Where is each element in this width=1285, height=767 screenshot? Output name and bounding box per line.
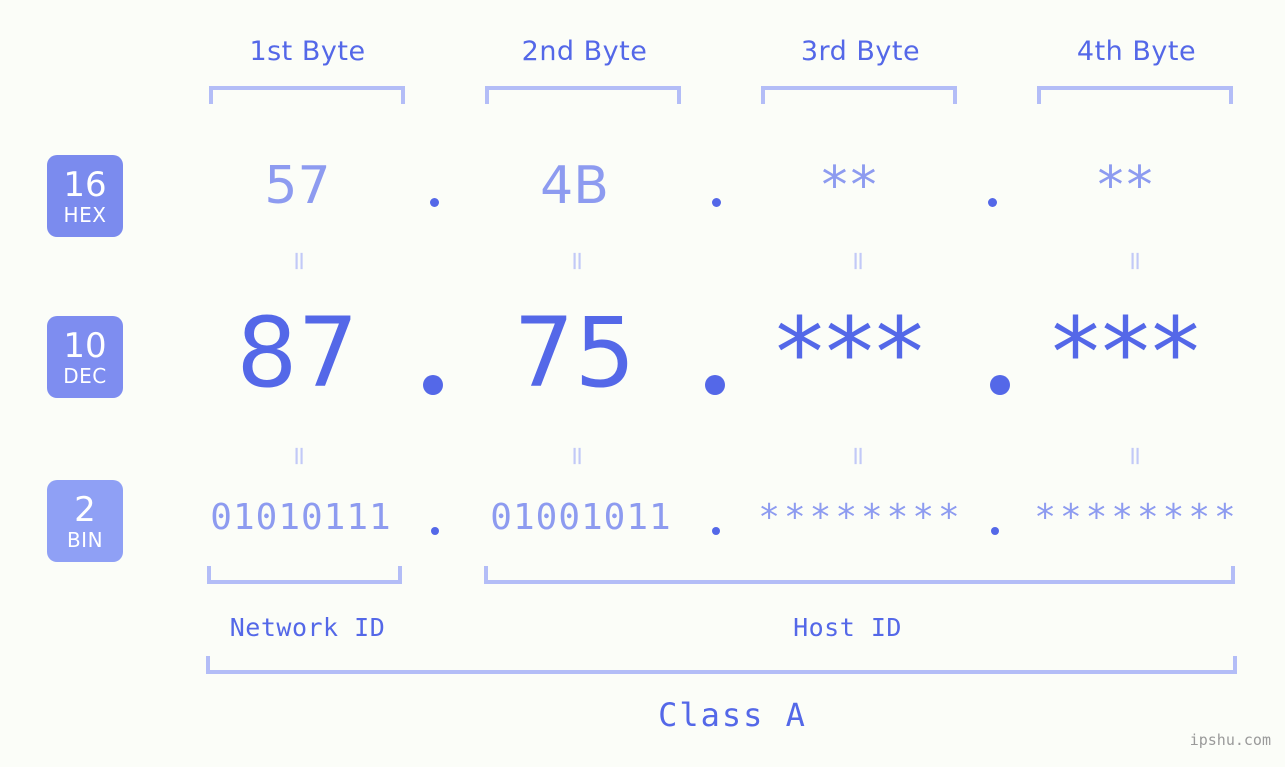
bin-byte-4: ******** <box>1034 497 1240 538</box>
byte-header-1: 1st Byte <box>249 36 366 67</box>
base-badge-dec: 10 DEC <box>47 316 123 398</box>
hex-byte-2: 4B <box>540 156 609 216</box>
base-badge-bin-number: 2 <box>74 489 96 530</box>
byte-bracket-top-3 <box>761 86 957 104</box>
base-badge-dec-number: 10 <box>63 325 107 366</box>
hex-separator-2 <box>712 198 721 207</box>
dec-byte-1: 87 <box>236 297 359 409</box>
bin-byte-2: 01001011 <box>490 497 672 538</box>
equals-dec-bin-4: = <box>1120 445 1150 467</box>
base-badge-hex-name: HEX <box>63 202 107 227</box>
site-watermark: ipshu.com <box>1189 731 1271 749</box>
bin-separator-2 <box>712 527 720 535</box>
equals-hex-dec-3: = <box>843 250 873 272</box>
dec-byte-3: *** <box>775 297 926 409</box>
base-badge-hex: 16 HEX <box>47 155 123 237</box>
base-badge-hex-number: 16 <box>63 164 107 205</box>
byte-header-3: 3rd Byte <box>800 36 921 67</box>
dec-separator-1 <box>423 375 443 395</box>
hex-separator-1 <box>430 198 439 207</box>
equals-hex-dec-1: = <box>284 250 314 272</box>
bin-separator-3 <box>991 527 999 535</box>
host-id-bracket <box>484 566 1235 584</box>
base-badge-bin-name: BIN <box>66 527 104 552</box>
hex-byte-1: 57 <box>264 156 331 216</box>
ip-address-breakdown-diagram: 1st Byte 2nd Byte 3rd Byte 4th Byte 16 H… <box>0 0 1285 767</box>
hex-byte-3: ** <box>821 156 880 216</box>
byte-header-4: 4th Byte <box>1076 36 1197 67</box>
class-label: Class A <box>658 696 807 734</box>
byte-bracket-top-1 <box>209 86 405 104</box>
dec-byte-2: 75 <box>513 297 636 409</box>
byte-bracket-top-4 <box>1037 86 1233 104</box>
bin-byte-1: 01010111 <box>210 497 392 538</box>
class-bracket <box>206 656 1237 674</box>
byte-header-2: 2nd Byte <box>521 36 648 67</box>
equals-hex-dec-2: = <box>562 250 592 272</box>
equals-dec-bin-2: = <box>562 445 592 467</box>
equals-hex-dec-4: = <box>1120 250 1150 272</box>
dec-separator-2 <box>705 375 725 395</box>
hex-separator-3 <box>988 198 997 207</box>
hex-byte-4: ** <box>1097 156 1156 216</box>
bin-byte-3: ******** <box>758 497 964 538</box>
network-id-bracket <box>207 566 402 584</box>
bin-separator-1 <box>431 527 439 535</box>
base-badge-dec-name: DEC <box>63 363 107 388</box>
host-id-label: Host ID <box>793 613 902 642</box>
byte-bracket-top-2 <box>485 86 681 104</box>
dec-byte-4: *** <box>1051 297 1202 409</box>
dec-separator-3 <box>990 375 1010 395</box>
equals-dec-bin-3: = <box>843 445 873 467</box>
base-badge-bin: 2 BIN <box>47 480 123 562</box>
network-id-label: Network ID <box>229 613 386 642</box>
equals-dec-bin-1: = <box>284 445 314 467</box>
